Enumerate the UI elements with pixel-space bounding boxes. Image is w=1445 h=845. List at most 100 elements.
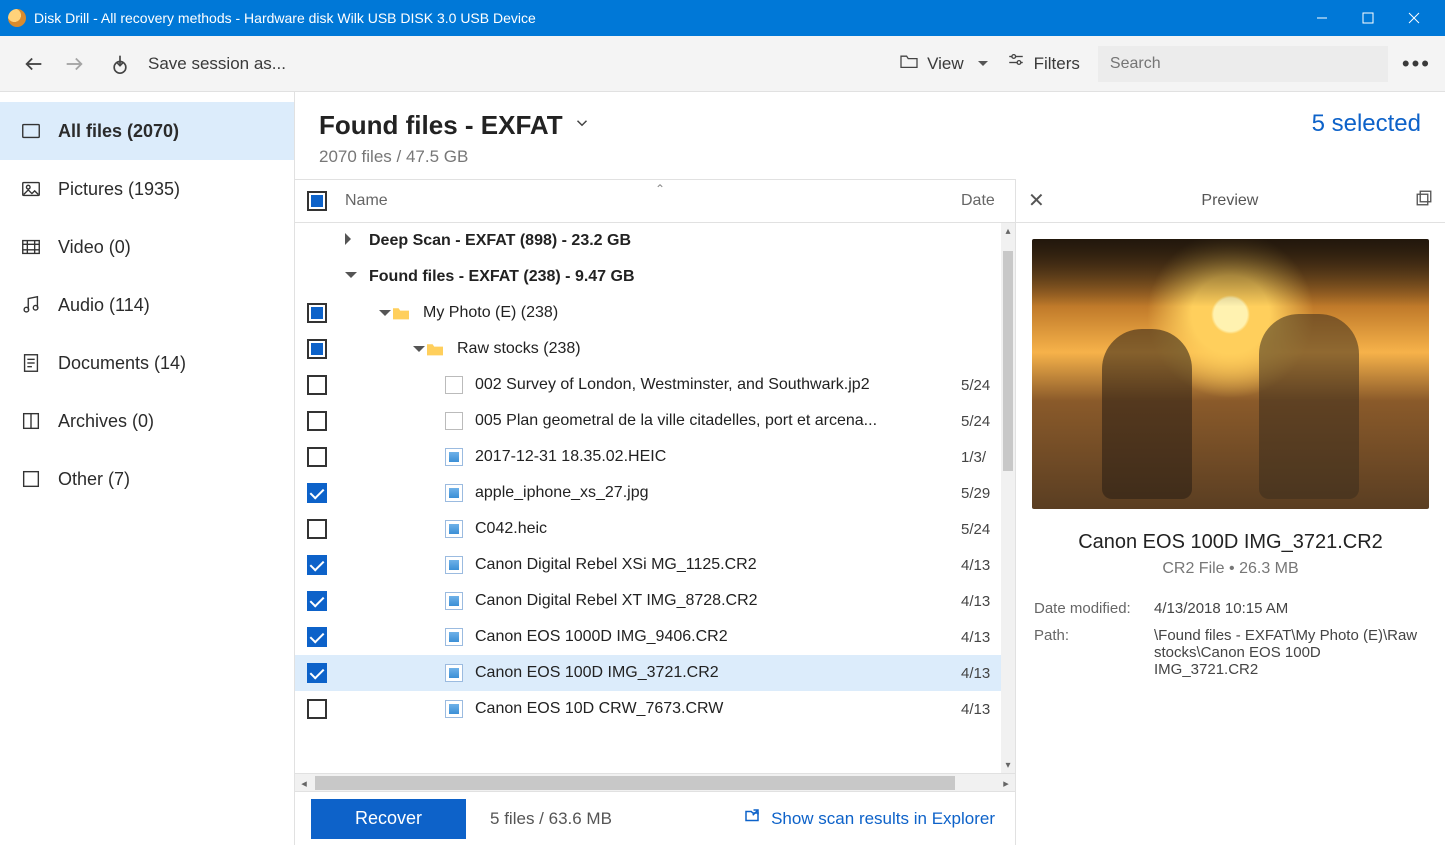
video-icon — [20, 236, 42, 258]
forward-button[interactable] — [54, 44, 94, 84]
row-checkbox[interactable] — [307, 375, 327, 395]
sidebar-item-video[interactable]: Video (0) — [0, 218, 294, 276]
column-date[interactable]: Date — [961, 192, 1015, 210]
file-label: Canon EOS 10D CRW_7673.CRW — [471, 700, 961, 718]
scroll-down-icon[interactable]: ▾ — [1001, 757, 1015, 773]
collapse-icon[interactable] — [345, 272, 357, 284]
window-minimize-button[interactable] — [1299, 0, 1345, 36]
recover-button[interactable]: Recover — [311, 799, 466, 839]
folder-row[interactable]: Raw stocks (238) — [295, 331, 1015, 367]
more-menu-button[interactable]: ••• — [1402, 51, 1431, 77]
file-label: C042.heic — [471, 520, 961, 538]
show-in-explorer-link[interactable]: Show scan results in Explorer — [743, 807, 995, 830]
prop-key: Date modified: — [1034, 600, 1154, 617]
external-link-icon — [743, 807, 761, 830]
row-checkbox[interactable] — [307, 483, 327, 503]
scroll-right-icon[interactable]: ▸ — [997, 774, 1015, 792]
file-row[interactable]: 005 Plan geometral de la ville citadelle… — [295, 403, 1015, 439]
prop-key: Path: — [1034, 627, 1154, 678]
document-file-icon — [445, 376, 463, 394]
file-label: 002 Survey of London, Westminster, and S… — [471, 376, 961, 394]
sidebar-item-label: Archives (0) — [58, 411, 154, 432]
sidebar-item-label: Audio (114) — [58, 295, 150, 316]
sidebar-item-all-files[interactable]: All files (2070) — [0, 102, 294, 160]
group-row[interactable]: Deep Scan - EXFAT (898) - 23.2 GB — [295, 223, 1015, 259]
row-checkbox[interactable] — [307, 447, 327, 467]
filters-button[interactable]: Filters — [1006, 52, 1080, 75]
row-checkbox[interactable] — [307, 663, 327, 683]
file-label: apple_iphone_xs_27.jpg — [471, 484, 961, 502]
preview-close-button[interactable]: ✕ — [1028, 188, 1045, 213]
preview-image — [1032, 239, 1429, 509]
row-checkbox[interactable] — [307, 591, 327, 611]
folder-label: My Photo (E) (238) — [417, 304, 961, 322]
filters-label: Filters — [1034, 54, 1080, 74]
expand-icon[interactable] — [345, 233, 357, 245]
preview-pane: ✕ Preview Canon EOS 100D IMG_3721.CR2 CR… — [1015, 179, 1445, 845]
row-checkbox[interactable] — [307, 303, 327, 323]
main-pane: Found files - EXFAT 2070 files / 47.5 GB… — [295, 92, 1445, 845]
folder-icon — [391, 305, 411, 321]
window-close-button[interactable] — [1391, 0, 1437, 36]
titlebar: Disk Drill - All recovery methods - Hard… — [0, 0, 1445, 36]
row-checkbox[interactable] — [307, 339, 327, 359]
window-maximize-button[interactable] — [1345, 0, 1391, 36]
main-title-dropdown[interactable]: Found files - EXFAT — [319, 110, 591, 141]
other-icon — [20, 468, 42, 490]
row-checkbox[interactable] — [307, 519, 327, 539]
row-checkbox[interactable] — [307, 699, 327, 719]
group-label: Found files - EXFAT (238) - 9.47 GB — [357, 268, 961, 286]
save-session-label[interactable]: Save session as... — [148, 54, 286, 74]
select-all-checkbox[interactable] — [307, 191, 327, 211]
sidebar-item-label: Video (0) — [58, 237, 131, 258]
sidebar-item-other[interactable]: Other (7) — [0, 450, 294, 508]
file-row[interactable]: 002 Survey of London, Westminster, and S… — [295, 367, 1015, 403]
file-label: Canon Digital Rebel XSi MG_1125.CR2 — [471, 556, 961, 574]
collapse-icon[interactable] — [379, 310, 391, 322]
sidebar-item-audio[interactable]: Audio (114) — [0, 276, 294, 334]
row-checkbox[interactable] — [307, 411, 327, 431]
documents-icon — [20, 352, 42, 374]
file-row[interactable]: Canon EOS 100D IMG_3721.CR24/13 — [295, 655, 1015, 691]
view-dropdown[interactable]: View — [899, 53, 988, 74]
back-button[interactable] — [14, 44, 54, 84]
vertical-scrollbar[interactable]: ▴ ▾ — [1001, 223, 1015, 773]
image-file-icon — [445, 700, 463, 718]
row-checkbox[interactable] — [307, 555, 327, 575]
file-row[interactable]: Canon Digital Rebel XSi MG_1125.CR24/13 — [295, 547, 1015, 583]
audio-icon — [20, 294, 42, 316]
preview-popout-button[interactable] — [1415, 189, 1433, 212]
footer: Recover 5 files / 63.6 MB Show scan resu… — [295, 791, 1015, 845]
file-row[interactable]: Canon EOS 10D CRW_7673.CRW4/13 — [295, 691, 1015, 727]
scroll-thumb[interactable] — [315, 776, 955, 790]
archives-icon — [20, 410, 42, 432]
collapse-icon[interactable] — [413, 346, 425, 358]
scroll-up-icon[interactable]: ▴ — [1001, 223, 1015, 239]
horizontal-scrollbar[interactable]: ◂ ▸ — [295, 773, 1015, 791]
sort-indicator-icon: ⌃ — [655, 182, 665, 196]
column-name[interactable]: Name — [339, 192, 961, 210]
file-label: Canon Digital Rebel XT IMG_8728.CR2 — [471, 592, 961, 610]
file-row[interactable]: Canon EOS 1000D IMG_9406.CR24/13 — [295, 619, 1015, 655]
scroll-left-icon[interactable]: ◂ — [295, 774, 313, 792]
view-label: View — [927, 54, 964, 74]
prop-value: \Found files - EXFAT\My Photo (E)\Raw st… — [1154, 627, 1427, 678]
sidebar: All files (2070) Pictures (1935) Video (… — [0, 92, 295, 845]
image-file-icon — [445, 592, 463, 610]
image-file-icon — [445, 520, 463, 538]
search-input[interactable] — [1098, 46, 1388, 82]
image-file-icon — [445, 448, 463, 466]
file-row[interactable]: Canon Digital Rebel XT IMG_8728.CR24/13 — [295, 583, 1015, 619]
save-session-icon[interactable] — [100, 44, 140, 84]
sidebar-item-documents[interactable]: Documents (14) — [0, 334, 294, 392]
scroll-thumb[interactable] — [1003, 251, 1013, 471]
folder-row[interactable]: My Photo (E) (238) — [295, 295, 1015, 331]
row-checkbox[interactable] — [307, 627, 327, 647]
sidebar-item-archives[interactable]: Archives (0) — [0, 392, 294, 450]
sidebar-item-pictures[interactable]: Pictures (1935) — [0, 160, 294, 218]
file-row[interactable]: C042.heic5/24 — [295, 511, 1015, 547]
file-row[interactable]: 2017-12-31 18.35.02.HEIC1/3/ — [295, 439, 1015, 475]
group-row[interactable]: Found files - EXFAT (238) - 9.47 GB — [295, 259, 1015, 295]
toolbar: Save session as... View Filters ••• — [0, 36, 1445, 92]
file-row[interactable]: apple_iphone_xs_27.jpg5/29 — [295, 475, 1015, 511]
